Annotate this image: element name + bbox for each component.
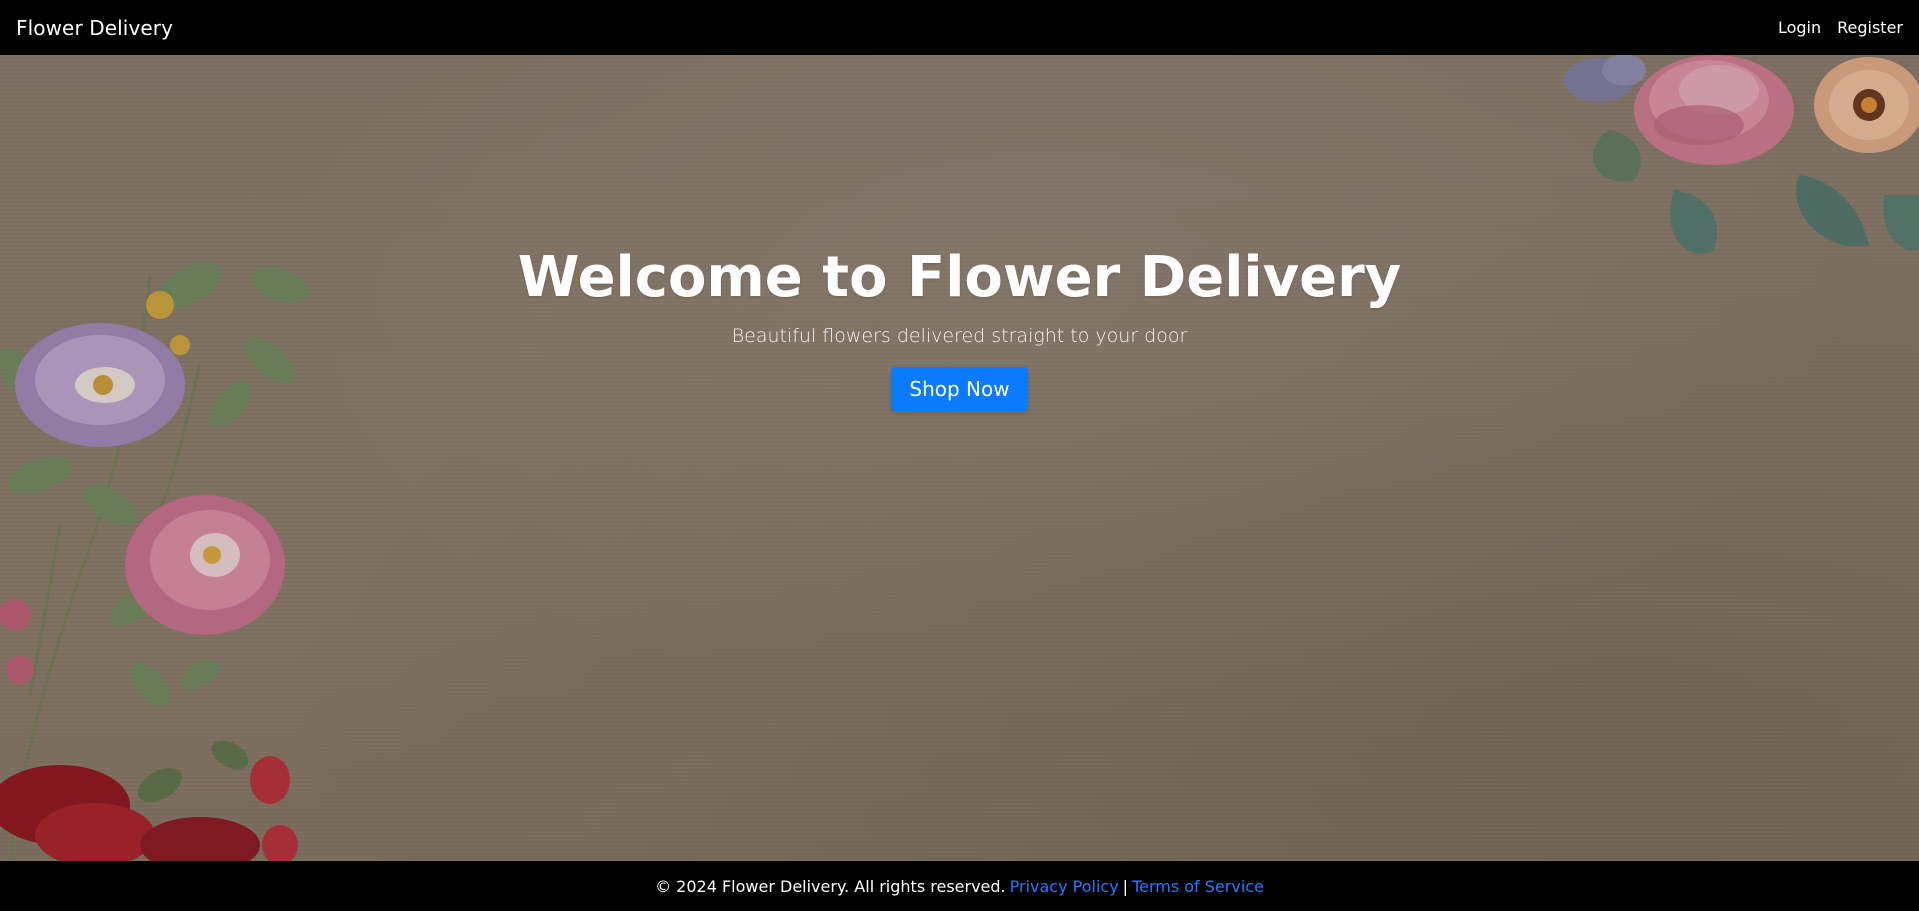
hero-section: Welcome to Flower Delivery Beautiful flo… xyxy=(0,55,1919,861)
footer: © 2024 Flower Delivery. All rights reser… xyxy=(0,861,1919,911)
footer-copyright: © 2024 Flower Delivery. All rights reser… xyxy=(655,876,1006,896)
privacy-policy-link[interactable]: Privacy Policy xyxy=(1010,877,1119,896)
register-link[interactable]: Register xyxy=(1837,18,1903,37)
shop-now-button[interactable]: Shop Now xyxy=(891,366,1028,411)
hero-subtitle: Beautiful flowers delivered straight to … xyxy=(731,324,1188,347)
hero-content: Welcome to Flower Delivery Beautiful flo… xyxy=(0,55,1919,411)
footer-separator: | xyxy=(1122,876,1129,896)
terms-of-service-link[interactable]: Terms of Service xyxy=(1132,877,1264,896)
navbar: Flower Delivery Login Register xyxy=(0,0,1919,55)
hero-title: Welcome to Flower Delivery xyxy=(517,245,1402,310)
nav-links: Login Register xyxy=(1778,18,1903,37)
brand-logo-link[interactable]: Flower Delivery xyxy=(16,16,173,40)
login-link[interactable]: Login xyxy=(1778,18,1821,37)
